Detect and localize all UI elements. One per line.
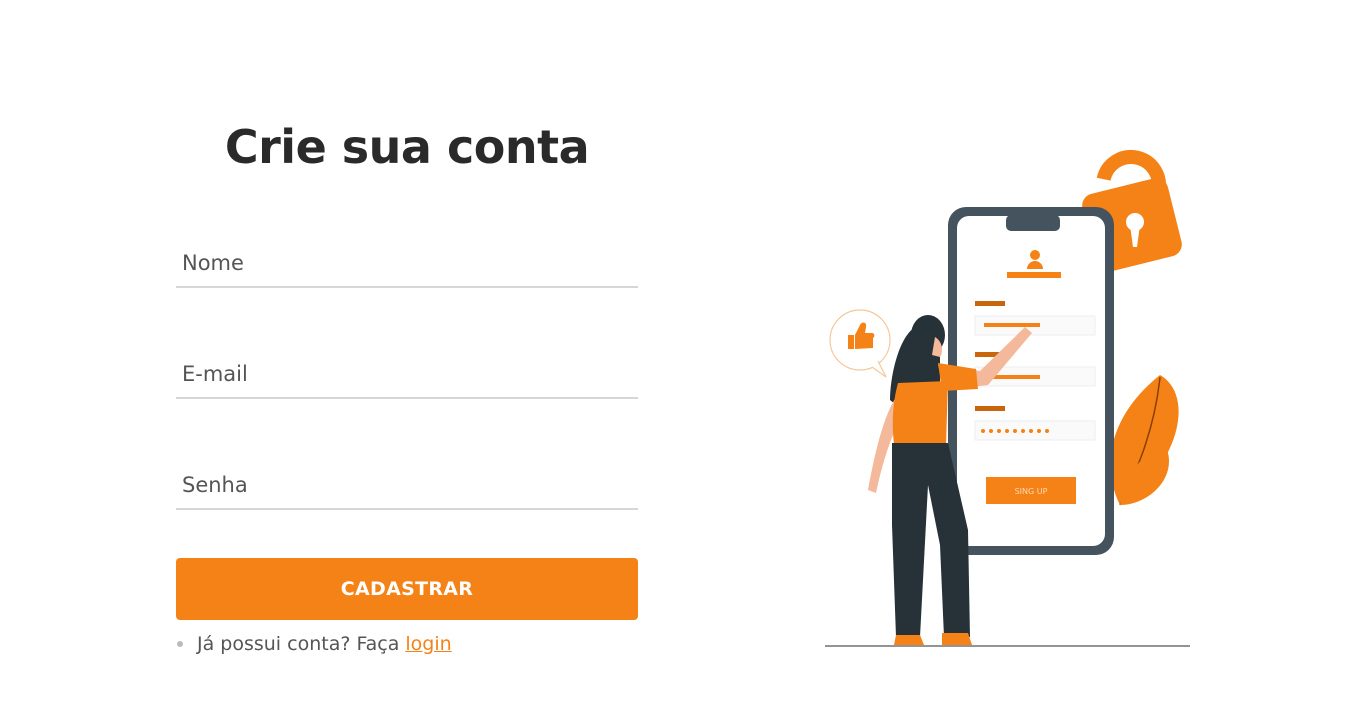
name-field-wrapper <box>176 240 638 288</box>
login-prompt-text: Já possui conta? Faça <box>197 633 400 655</box>
password-field-wrapper <box>176 462 638 510</box>
email-field-wrapper <box>176 351 638 399</box>
register-button[interactable]: CADASTRAR <box>176 558 638 620</box>
password-input[interactable] <box>176 462 638 510</box>
phone-signup-label: SING UP <box>1015 487 1048 496</box>
thumbs-up-icon <box>829 309 891 378</box>
signup-illustration: SING UP <box>825 150 1190 647</box>
login-link[interactable]: login <box>405 633 451 655</box>
bullet-icon <box>177 641 183 647</box>
login-prompt-line: Já possui conta? Faça login <box>176 633 452 655</box>
email-input[interactable] <box>176 351 638 399</box>
leaf-icon <box>1110 375 1179 506</box>
name-input[interactable] <box>176 240 638 288</box>
page-title: Crie sua conta <box>224 120 590 174</box>
